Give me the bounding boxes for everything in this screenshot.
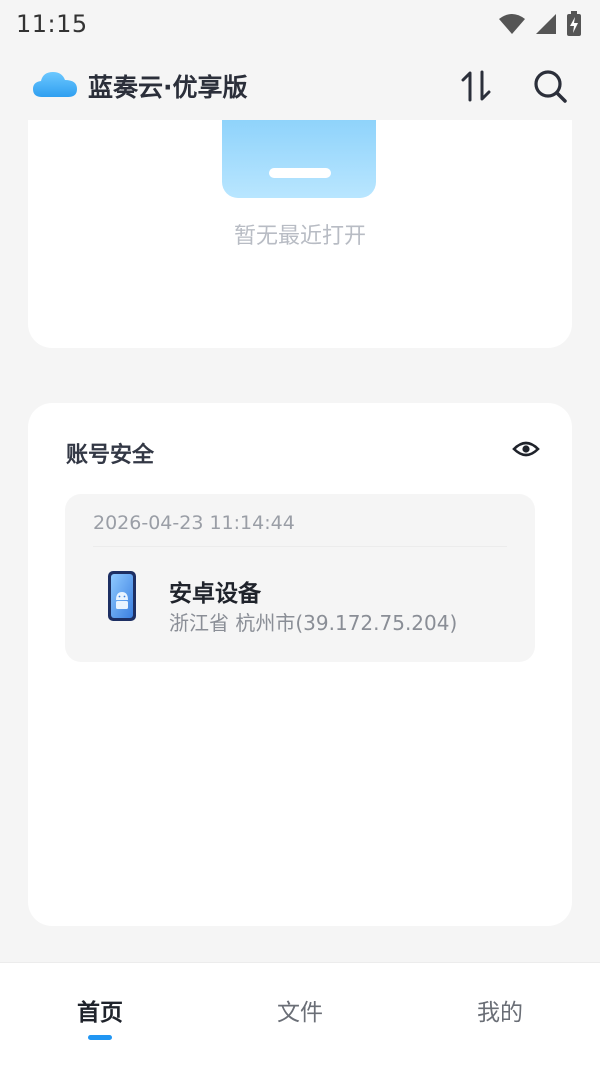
transfer-icon[interactable] [458, 68, 494, 104]
empty-folder-icon [222, 120, 376, 198]
login-record[interactable]: 2026-04-23 11:14:44 安卓设备 浙江省 杭州市(39.172.… [65, 494, 535, 662]
account-security-card: 账号安全 2026-04-23 11:14:44 安卓设备 浙江省 杭州市(39… [28, 403, 572, 926]
eye-icon[interactable] [512, 437, 540, 461]
nav-item-home[interactable]: 首页 [40, 993, 160, 1027]
app-title: 蓝奏云·优享版 [88, 73, 248, 102]
empty-folder-slot [269, 168, 331, 178]
status-time: 11:15 [16, 10, 88, 38]
status-bar: 11:15 [0, 0, 600, 48]
section-title: 账号安全 [66, 443, 155, 468]
nav-item-mine[interactable]: 我的 [440, 993, 560, 1027]
app-bar: 蓝奏云·优享版 [0, 56, 600, 116]
battery-charging-icon [566, 11, 582, 37]
record-time: 2026-04-23 11:14:44 [93, 512, 295, 534]
app-actions [458, 68, 568, 104]
cloud-logo-icon [32, 69, 78, 103]
search-icon[interactable] [532, 68, 568, 104]
wifi-icon [498, 12, 526, 36]
divider [93, 546, 507, 547]
device-name: 安卓设备 [169, 581, 261, 607]
status-icons [498, 11, 582, 37]
android-phone-icon [107, 570, 137, 622]
empty-state-text: 暂无最近打开 [233, 224, 366, 249]
signal-icon [534, 12, 558, 36]
device-location: 浙江省 杭州市(39.172.75.204) [169, 611, 458, 635]
nav-item-files[interactable]: 文件 [240, 993, 360, 1027]
bottom-nav: 首页 文件 我的 [0, 962, 600, 1066]
recent-card: 暂无最近打开 [28, 120, 572, 348]
nav-active-indicator [88, 1035, 112, 1040]
